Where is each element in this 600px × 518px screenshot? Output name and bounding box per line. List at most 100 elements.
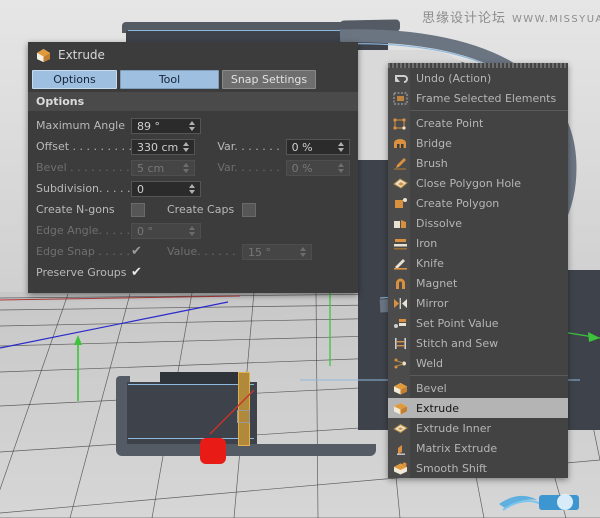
row-edge-snap: Edge Snap . . . . . ✔ Value. . . . . . 1… <box>36 242 350 261</box>
label-bevel-var: Var. . . . . . . <box>217 161 285 174</box>
menu-item-set-point-value[interactable]: Set Point Value <box>388 313 568 333</box>
menu-item-label: Mirror <box>416 297 448 310</box>
value-offset-var: 0 % <box>292 141 313 154</box>
menu-separator <box>410 110 568 111</box>
label-maximum-angle: Maximum Angle <box>36 119 131 132</box>
input-bevel-var: 0 % <box>286 160 350 176</box>
row-subdivision: Subdivision. . . . . 0 <box>36 179 350 198</box>
watermark-cn: 思缘设计论坛 <box>422 11 506 26</box>
menu-item-label: Bevel <box>416 382 447 395</box>
stepper-offset[interactable] <box>183 142 190 154</box>
menu-item-label: Set Point Value <box>416 317 499 330</box>
menu-item-create-point[interactable]: Create Point <box>388 113 568 133</box>
checkbox-create-caps[interactable] <box>242 203 256 217</box>
weld-icon <box>390 355 410 371</box>
axis-gizmo <box>70 335 90 401</box>
create-polygon-icon <box>390 195 410 211</box>
label-preserve-groups: Preserve Groups <box>36 266 131 279</box>
input-offset-var[interactable]: 0 % <box>286 139 350 155</box>
menu-item-label: Dissolve <box>416 217 462 230</box>
menu-item-iron[interactable]: Iron <box>388 233 568 253</box>
stepper-offset-var[interactable] <box>338 142 345 154</box>
stitch-and-sew-icon <box>390 335 410 351</box>
menu-item-extrude-inner[interactable]: Extrude Inner <box>388 418 568 438</box>
menu-item-label: Brush <box>416 157 448 170</box>
menu-item-smooth-shift[interactable]: Smooth Shift <box>388 458 568 478</box>
value-maximum-angle: 89 ° <box>137 120 160 133</box>
value-bevel-var: 0 % <box>292 162 313 175</box>
value-subdivision: 0 <box>137 183 144 196</box>
set-point-value-icon <box>390 315 410 331</box>
label-bevel: Bevel . . . . . . . . . . <box>36 161 131 174</box>
label-edge-snap: Edge Snap . . . . . <box>36 245 131 258</box>
value-bevel: 5 cm <box>137 162 164 175</box>
value-offset: 330 cm <box>137 141 178 154</box>
menu-item-close-polygon-hole[interactable]: Close Polygon Hole <box>388 173 568 193</box>
label-offset: Offset . . . . . . . . . <box>36 140 131 153</box>
dialog-titlebar[interactable]: Extrude <box>28 42 358 68</box>
smooth-shift-icon <box>390 460 410 476</box>
input-maximum-angle[interactable]: 89 ° <box>131 118 201 134</box>
menu-item-extrude[interactable]: Extrude <box>388 398 568 418</box>
input-value: 15 ° <box>242 244 312 260</box>
matrix-extrude-icon <box>390 440 410 456</box>
dialog-body: Maximum Angle 89 ° Offset . . . . . . . … <box>28 111 358 293</box>
tab-tool[interactable]: Tool <box>120 70 219 89</box>
tab-options[interactable]: Options <box>32 70 117 89</box>
menu-item-magnet[interactable]: Magnet <box>388 273 568 293</box>
stepper-subdivision[interactable] <box>189 184 196 196</box>
tab-snap-settings[interactable]: Snap Settings <box>222 70 316 89</box>
transform-handle[interactable] <box>200 438 226 464</box>
magnet-icon <box>390 275 410 291</box>
menu-item-label: Stitch and Sew <box>416 337 498 350</box>
dialog-tabs[interactable]: Options Tool Snap Settings <box>28 68 358 92</box>
checkbox-preserve-groups[interactable]: ✔ <box>131 267 145 279</box>
menu-item-label: Weld <box>416 357 443 370</box>
menu-item-weld[interactable]: Weld <box>388 353 568 373</box>
label-offset-var: Var. . . . . . . <box>217 140 285 153</box>
menu-item-label: Extrude Inner <box>416 422 491 435</box>
menu-item-undo[interactable]: Undo (Action) <box>388 68 568 88</box>
section-header: Options <box>28 92 358 111</box>
menu-item-dissolve[interactable]: Dissolve <box>388 213 568 233</box>
menu-item-create-polygon[interactable]: Create Polygon <box>388 193 568 213</box>
menu-item-brush[interactable]: Brush <box>388 153 568 173</box>
checkbox-create-ngons[interactable] <box>131 203 145 217</box>
menu-item-bridge[interactable]: Bridge <box>388 133 568 153</box>
extrude-box-icon <box>36 48 51 63</box>
menu-item-knife[interactable]: Knife <box>388 253 568 273</box>
stepper-bevel <box>183 163 190 175</box>
menu-item-bevel[interactable]: Bevel <box>388 378 568 398</box>
value-value: 15 ° <box>248 246 271 259</box>
stepper-bevel-var <box>338 163 345 175</box>
extrude-inner-icon <box>390 420 410 436</box>
close-polygon-hole-icon <box>390 175 410 191</box>
bevel-box-icon <box>390 380 410 396</box>
row-create-ngons: Create N-gons Create Caps <box>36 200 350 219</box>
row-offset: Offset . . . . . . . . . 330 cm Var. . .… <box>36 137 350 156</box>
menu-item-frame-selected-elements[interactable]: Frame Selected Elements <box>388 88 568 108</box>
scale-gizmo[interactable] <box>237 410 250 423</box>
input-edge-angle: 0 ° <box>131 223 201 239</box>
menu-item-label: Undo (Action) <box>416 72 491 85</box>
geometry-inner-wall <box>160 372 250 384</box>
geometry-left-edge-top <box>128 384 254 385</box>
input-offset[interactable]: 330 cm <box>131 139 195 155</box>
value-edge-angle: 0 ° <box>137 225 153 238</box>
menu-item-matrix-extrude[interactable]: Matrix Extrude <box>388 438 568 458</box>
menu-item-stitch-and-sew[interactable]: Stitch and Sew <box>388 333 568 353</box>
iron-icon <box>390 235 410 251</box>
menu-item-label: Create Point <box>416 117 483 130</box>
row-edge-angle: Edge Angle. . . . . 0 ° <box>36 221 350 240</box>
stepper-maximum-angle[interactable] <box>189 121 196 133</box>
label-create-caps: Create Caps <box>167 203 242 216</box>
row-bevel: Bevel . . . . . . . . . . 5 cm Var. . . … <box>36 158 350 177</box>
row-maximum-angle: Maximum Angle 89 ° <box>36 116 350 135</box>
brush-icon <box>390 155 410 171</box>
context-menu[interactable]: Undo (Action) Frame Selected Elements Cr… <box>388 63 568 478</box>
menu-item-mirror[interactable]: Mirror <box>388 293 568 313</box>
input-subdivision[interactable]: 0 <box>131 181 201 197</box>
extrude-dialog[interactable]: Extrude Options Tool Snap Settings Optio… <box>28 42 358 293</box>
dissolve-icon <box>390 215 410 231</box>
mirror-icon <box>390 295 410 311</box>
